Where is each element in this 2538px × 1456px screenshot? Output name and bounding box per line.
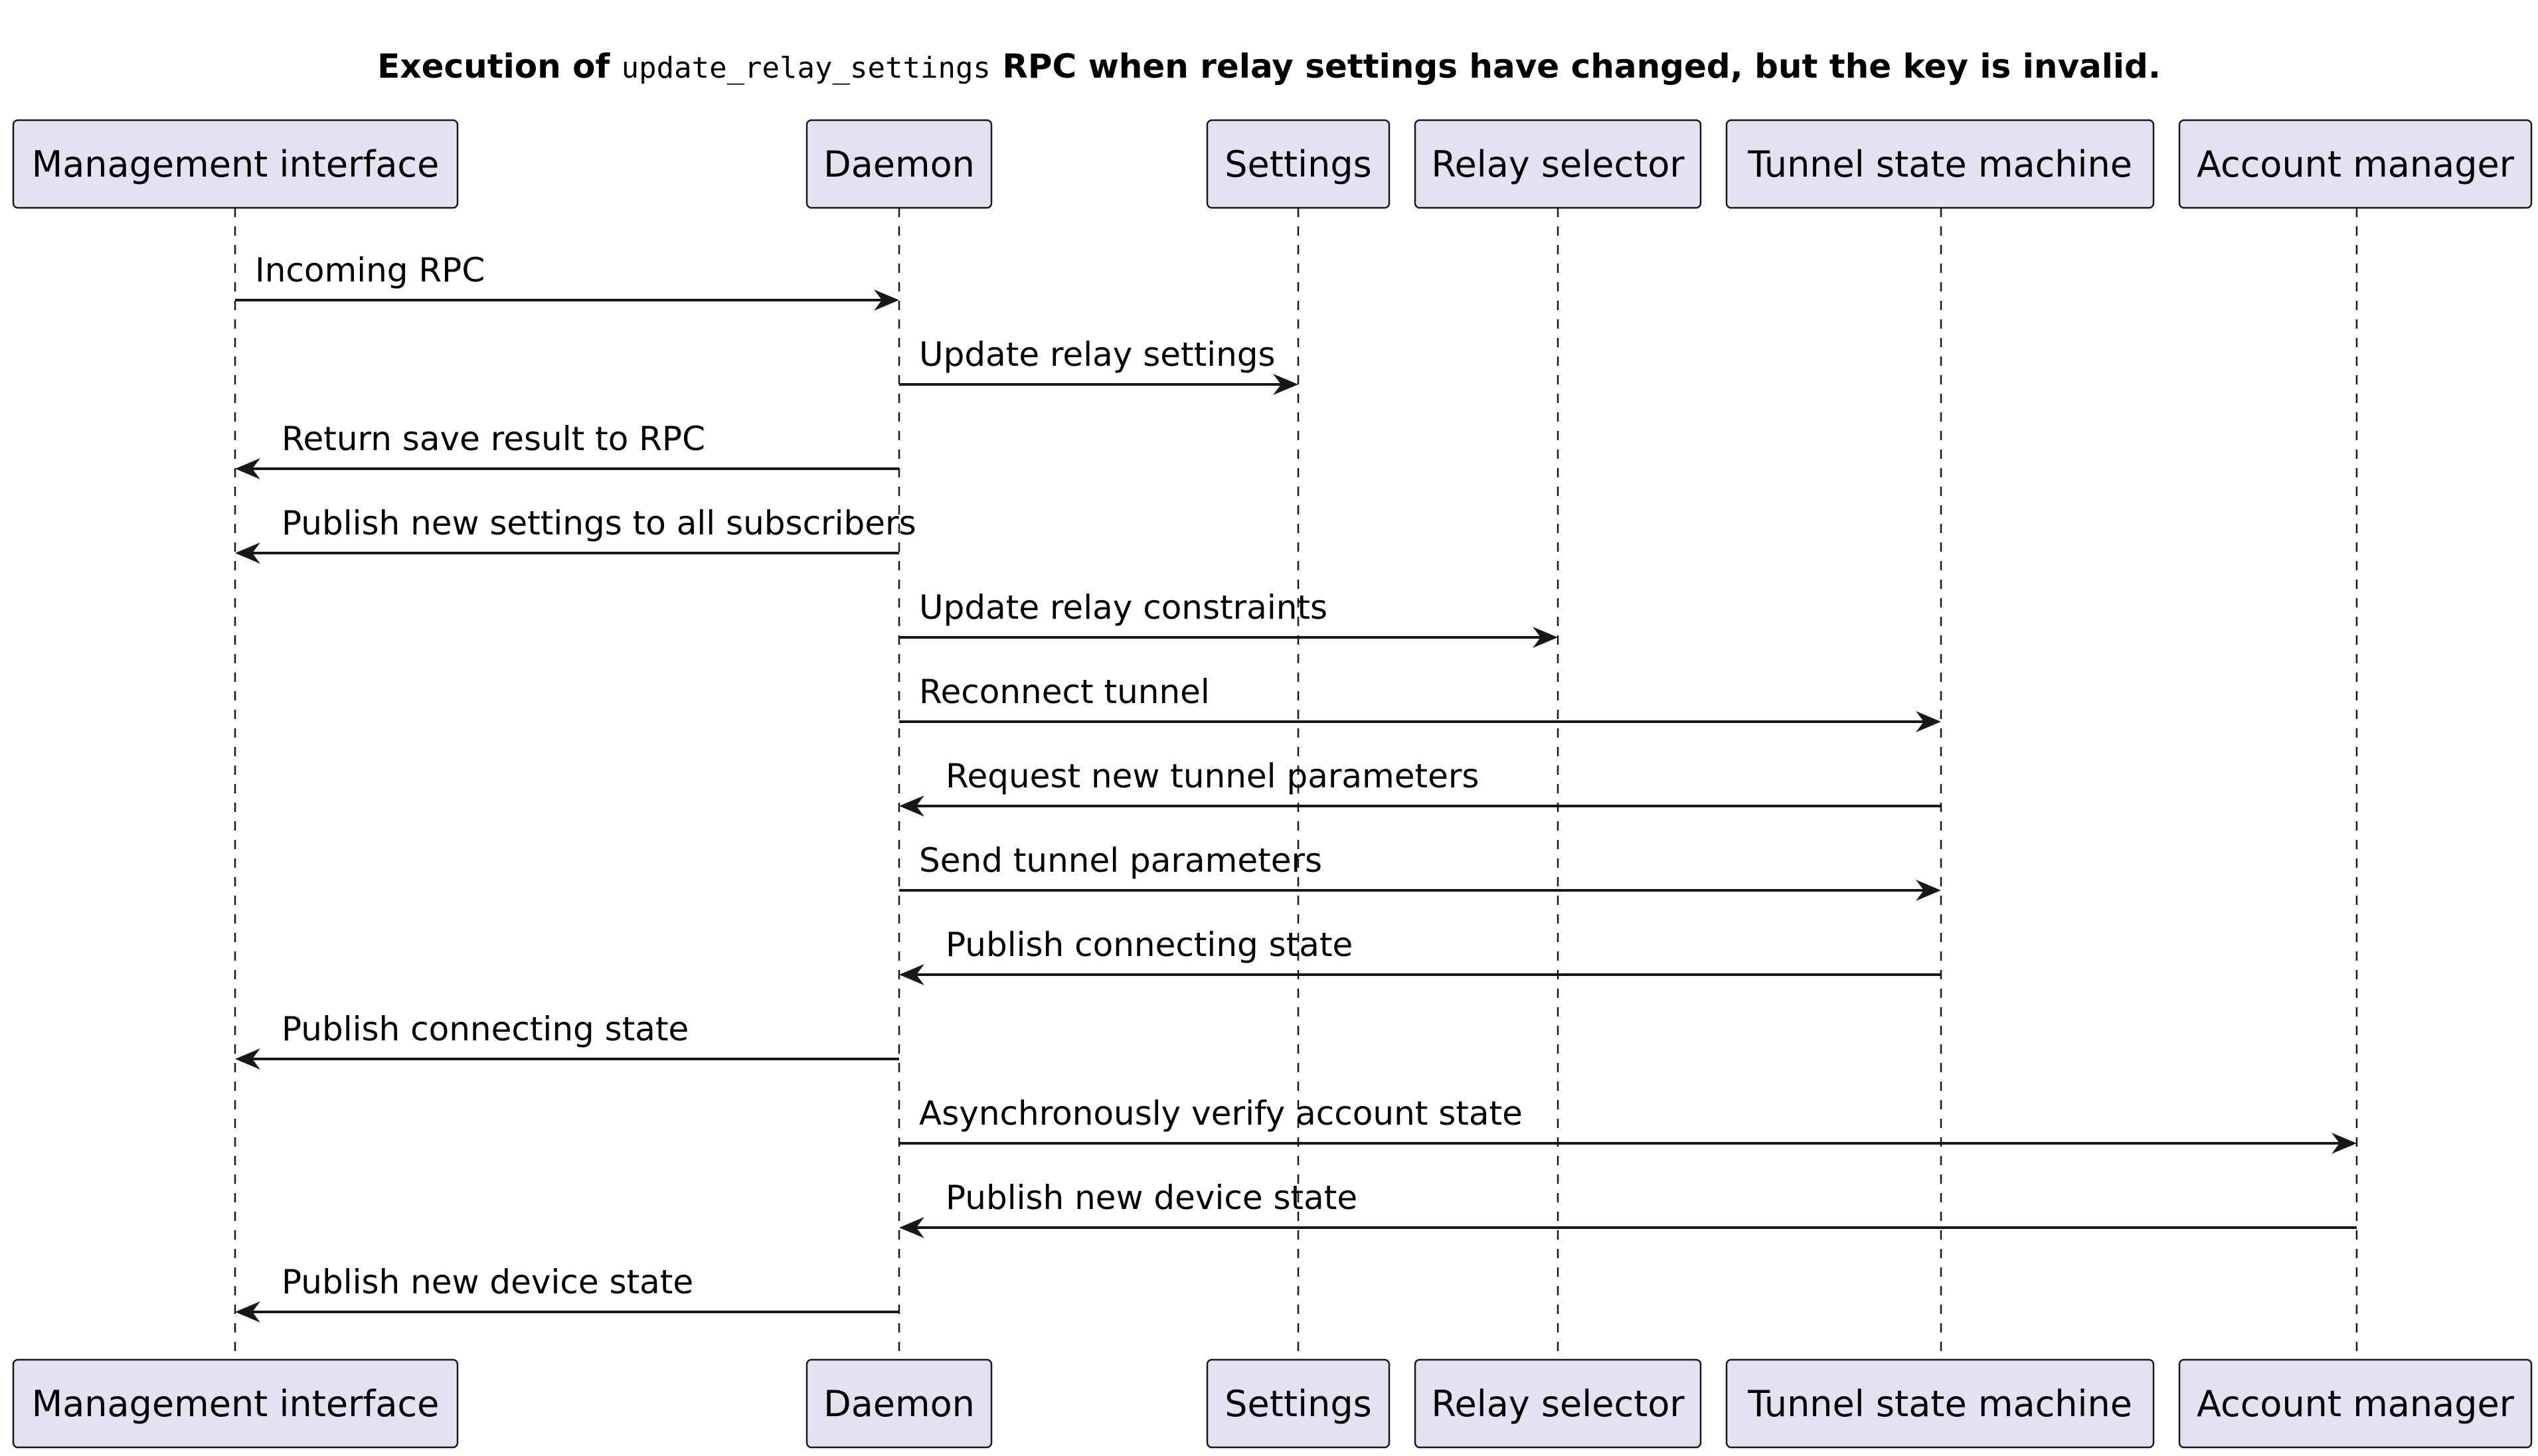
participants-bottom: Management interface Daemon Settings Relay … bbox=[12, 1358, 2533, 1449]
message-label: Request new tunnel parameters bbox=[946, 757, 1479, 795]
participant-settings-top: Settings bbox=[1206, 119, 1391, 209]
message-label: Incoming RPC bbox=[255, 251, 485, 289]
message: Reconnect tunnel bbox=[899, 673, 1941, 732]
sequence-diagram: Execution of update_relay_settings RPC w… bbox=[12, 47, 2533, 1449]
message-label: Publish connecting state bbox=[282, 1010, 689, 1048]
message-label: Publish connecting state bbox=[946, 926, 1353, 964]
participant-account-top: Account manager bbox=[2178, 119, 2533, 209]
title-suffix: RPC when relay settings have changed, bu… bbox=[991, 47, 2161, 86]
message-label: Asynchronously verify account state bbox=[919, 1094, 1523, 1133]
participant-relay-bottom: Relay selector bbox=[1414, 1358, 1702, 1449]
diagram-title: Execution of update_relay_settings RPC w… bbox=[377, 47, 2161, 86]
message-label: Return save result to RPC bbox=[282, 420, 705, 458]
participant-label: Management interface bbox=[32, 143, 440, 185]
participant-label: Account manager bbox=[2197, 143, 2515, 185]
message: Request new tunnel parameters bbox=[899, 757, 1941, 817]
message: Publish connecting state bbox=[899, 926, 1941, 985]
participant-label: Daemon bbox=[823, 143, 975, 185]
participant-account-bottom: Account manager bbox=[2178, 1358, 2533, 1449]
participant-label: Daemon bbox=[823, 1383, 975, 1425]
participant-label: Account manager bbox=[2197, 1383, 2515, 1425]
participant-tunnel-top: Tunnel state machine bbox=[1725, 119, 2155, 209]
message: Publish new settings to all subscribers bbox=[235, 504, 916, 564]
participant-daemon-bottom: Daemon bbox=[805, 1358, 993, 1449]
message-label: Publish new device state bbox=[946, 1178, 1357, 1217]
message-label: Send tunnel parameters bbox=[919, 841, 1322, 880]
participant-tunnel-bottom: Tunnel state machine bbox=[1725, 1358, 2155, 1449]
messages: Incoming RPC Update relay settings Return … bbox=[235, 251, 2357, 1323]
message-label: Publish new settings to all subscribers bbox=[282, 504, 916, 542]
message-label: Reconnect tunnel bbox=[919, 673, 1210, 711]
message: Publish new device state bbox=[899, 1178, 2357, 1238]
message: Publish connecting state bbox=[235, 1010, 899, 1070]
message-label: Update relay constraints bbox=[919, 588, 1327, 627]
participants-top: Management interface Daemon Settings Relay … bbox=[12, 119, 2533, 209]
message: Send tunnel parameters bbox=[899, 841, 1941, 901]
participant-label: Tunnel state machine bbox=[1747, 1383, 2132, 1425]
message: Incoming RPC bbox=[235, 251, 899, 311]
message: Update relay constraints bbox=[899, 588, 1558, 648]
message: Update relay settings bbox=[899, 335, 1298, 395]
participant-daemon-top: Daemon bbox=[805, 119, 993, 209]
message-label: Update relay settings bbox=[919, 335, 1276, 374]
participant-mgmt-bottom: Management interface bbox=[12, 1358, 459, 1449]
participant-label: Settings bbox=[1225, 143, 1371, 185]
message: Asynchronously verify account state bbox=[899, 1094, 2357, 1154]
message-label: Publish new device state bbox=[282, 1263, 693, 1301]
participant-mgmt-top: Management interface bbox=[12, 119, 459, 209]
title-prefix: Execution of bbox=[377, 47, 621, 86]
participant-relay-top: Relay selector bbox=[1414, 119, 1702, 209]
message: Publish new device state bbox=[235, 1263, 899, 1323]
participant-label: Tunnel state machine bbox=[1747, 143, 2132, 185]
participant-label: Relay selector bbox=[1431, 143, 1685, 185]
participant-settings-bottom: Settings bbox=[1206, 1358, 1391, 1449]
participant-label: Settings bbox=[1225, 1383, 1371, 1425]
title-code: update_relay_settings bbox=[622, 51, 991, 85]
message: Return save result to RPC bbox=[235, 420, 899, 479]
participant-label: Relay selector bbox=[1431, 1383, 1685, 1425]
participant-label: Management interface bbox=[32, 1383, 440, 1425]
